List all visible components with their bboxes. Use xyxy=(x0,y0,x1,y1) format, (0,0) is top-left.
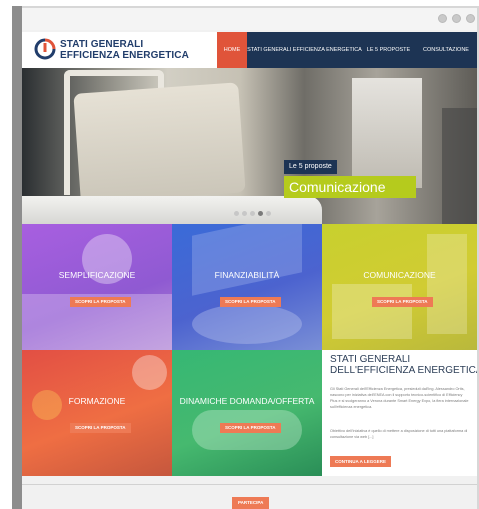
about-title: DELL'EFFICIENZA ENERGETICA xyxy=(330,365,477,376)
tile-image-detail xyxy=(427,234,467,334)
proposal-button[interactable]: SCOPRI LA PROPOSTA xyxy=(220,423,281,433)
proposal-button[interactable]: SCOPRI LA PROPOSTA xyxy=(372,297,433,307)
site-header: STATI GENERALI EFFICIENZA ENERGETICA HOM… xyxy=(22,32,477,68)
slider-dots xyxy=(234,211,271,216)
hero-slider[interactable]: Le 5 proposte Comunicazione xyxy=(22,68,477,224)
tile-comunicazione[interactable]: COMUNICAZIONE SCOPRI LA PROPOSTA xyxy=(322,224,477,350)
hero-image-detail xyxy=(22,196,322,224)
logo-text[interactable]: STATI GENERALI xyxy=(60,39,143,50)
tile-label: FINANZIABILITÀ xyxy=(214,270,280,280)
social-icon[interactable] xyxy=(466,14,475,23)
tile-label: COMUNICAZIONE xyxy=(363,270,436,280)
nav-item-stati-generali[interactable]: STATI GENERALI EFFICIENZA ENERGETICA xyxy=(247,32,362,68)
tile-label: DINAMICHE DOMANDA/OFFERTA xyxy=(179,396,315,406)
hero-image-detail xyxy=(442,108,477,224)
slider-dot[interactable] xyxy=(234,211,239,216)
proposal-button[interactable]: SCOPRI LA PROPOSTA xyxy=(70,423,131,433)
slider-dot[interactable] xyxy=(242,211,247,216)
tile-image-detail xyxy=(332,284,412,339)
about-title: STATI GENERALI xyxy=(330,354,411,365)
hero-title[interactable]: Comunicazione xyxy=(284,176,416,198)
hero-image-detail xyxy=(73,82,246,204)
nav-item-consultazione[interactable]: CONSULTAZIONE xyxy=(415,32,477,68)
nav-item-proposte[interactable]: LE 5 PROPOSTE xyxy=(362,32,415,68)
proposal-button[interactable]: SCOPRI LA PROPOSTA xyxy=(70,297,131,307)
slider-dot[interactable] xyxy=(266,211,271,216)
nav-item-home[interactable]: HOME xyxy=(217,32,247,68)
logo-text[interactable]: EFFICIENZA ENERGETICA xyxy=(60,50,189,61)
tile-semplificazione[interactable]: SEMPLIFICAZIONE SCOPRI LA PROPOSTA xyxy=(22,224,172,350)
hero-tag[interactable]: Le 5 proposte xyxy=(284,160,337,174)
slider-dot-active[interactable] xyxy=(258,211,263,216)
partecipa-button[interactable]: PARTECIPA xyxy=(232,497,270,509)
top-bar xyxy=(22,8,477,30)
read-more-button[interactable]: CONTINUA A LEGGERE xyxy=(330,456,392,467)
web-page: STATI GENERALI EFFICIENZA ENERGETICA HOM… xyxy=(22,8,477,509)
tile-image-detail xyxy=(192,224,302,296)
slider-dot[interactable] xyxy=(250,211,255,216)
tile-label: SEMPLIFICAZIONE xyxy=(58,270,136,280)
tile-image-detail xyxy=(132,355,167,390)
tile-dinamiche[interactable]: DINAMICHE DOMANDA/OFFERTA SCOPRI LA PROP… xyxy=(172,350,322,476)
hero-image-detail xyxy=(352,78,422,188)
social-icon[interactable] xyxy=(438,14,447,23)
main-nav: HOME STATI GENERALI EFFICIENZA ENERGETIC… xyxy=(217,32,477,68)
social-icon[interactable] xyxy=(452,14,461,23)
tile-finanziabilita[interactable]: FINANZIABILITÀ SCOPRI LA PROPOSTA xyxy=(172,224,322,350)
tile-label: FORMAZIONE xyxy=(68,396,126,406)
proposal-button[interactable]: SCOPRI LA PROPOSTA xyxy=(220,297,281,307)
divider xyxy=(22,484,477,485)
window-border xyxy=(12,6,22,509)
about-panel: STATI GENERALI DELL'EFFICIENZA ENERGETIC… xyxy=(322,350,477,476)
about-paragraph: Obiettivo dell'iniziativa è quello di me… xyxy=(330,429,468,439)
about-paragraph: Gli Stati Generali dell'Efficienza Energ… xyxy=(330,387,469,409)
tile-image-detail xyxy=(192,304,302,344)
tile-formazione[interactable]: FORMAZIONE SCOPRI LA PROPOSTA xyxy=(22,350,172,476)
logo-icon[interactable] xyxy=(33,37,57,61)
